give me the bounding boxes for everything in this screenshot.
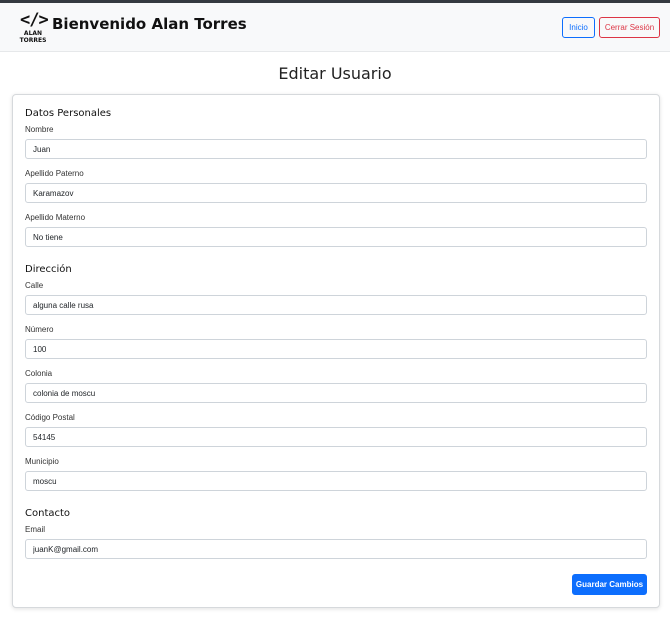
- label-codigo-postal: Código Postal: [25, 413, 75, 422]
- label-email: Email: [25, 525, 46, 534]
- label-numero: Número: [25, 325, 54, 334]
- navbar: </> ALAN TORRES Bienvenido Alan Torres I…: [0, 3, 670, 52]
- apellido-materno-input[interactable]: [25, 227, 647, 247]
- logo-text-line2: TORRES: [19, 37, 47, 44]
- municipio-input[interactable]: [25, 471, 647, 491]
- label-nombre: Nombre: [25, 125, 54, 134]
- numero-input[interactable]: [25, 339, 647, 359]
- section-title-contact: Contacto: [25, 508, 71, 519]
- save-changes-button[interactable]: Guardar Cambios: [572, 574, 647, 595]
- page-title: Editar Usuario: [278, 64, 392, 83]
- label-municipio: Municipio: [25, 457, 59, 466]
- label-apellido-materno: Apellido Materno: [25, 213, 86, 222]
- label-calle: Calle: [25, 281, 44, 290]
- code-icon: </>: [20, 10, 49, 30]
- colonia-input[interactable]: [25, 383, 647, 403]
- logout-button[interactable]: Cerrar Sesión: [599, 17, 660, 38]
- edit-user-form: Datos Personales Nombre Apellido Paterno…: [12, 94, 660, 608]
- codigo-postal-input[interactable]: [25, 427, 647, 447]
- apellido-paterno-input[interactable]: [25, 183, 647, 203]
- welcome-title: Bienvenido Alan Torres: [52, 15, 247, 33]
- label-apellido-paterno: Apellido Paterno: [25, 169, 84, 178]
- nombre-input[interactable]: [25, 139, 647, 159]
- label-colonia: Colonia: [25, 369, 53, 378]
- home-button[interactable]: Inicio: [562, 17, 595, 38]
- calle-input[interactable]: [25, 295, 647, 315]
- brand-logo[interactable]: </> ALAN TORRES: [18, 10, 49, 44]
- email-input[interactable]: [25, 539, 647, 559]
- section-title-personal: Datos Personales: [25, 108, 112, 119]
- section-title-address: Dirección: [25, 264, 72, 275]
